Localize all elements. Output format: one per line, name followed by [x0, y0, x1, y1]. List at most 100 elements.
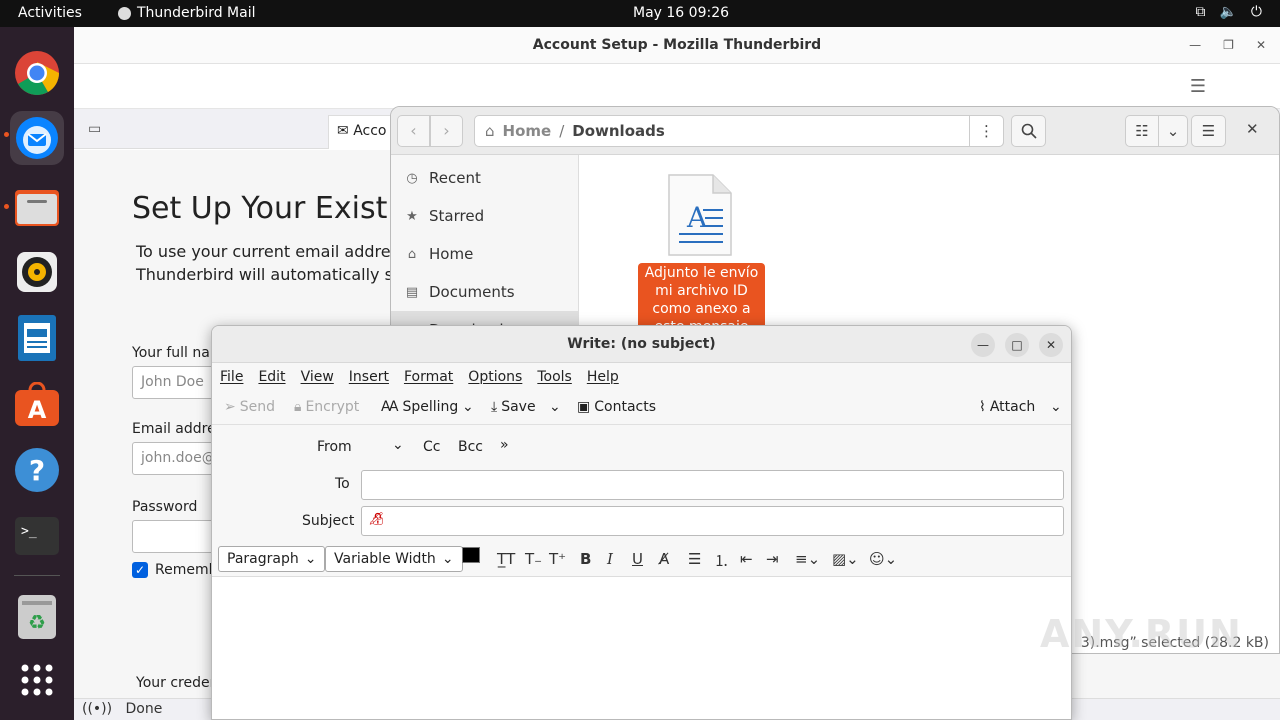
- sidebar-item-label: Documents: [429, 283, 515, 301]
- close-icon[interactable]: ✕: [1039, 333, 1063, 357]
- password-label: Password: [132, 499, 198, 515]
- save-button[interactable]: ⤓ Save: [491, 399, 536, 415]
- bcc-button[interactable]: Bcc: [458, 439, 483, 455]
- file-name-label[interactable]: Adjunto le envío mi archivo ID como anex…: [638, 263, 765, 329]
- send-button[interactable]: ➢ Send: [224, 399, 275, 415]
- smaller-text-icon[interactable]: T₋: [525, 550, 542, 568]
- more-fields-icon[interactable]: »: [500, 437, 509, 453]
- menu-file[interactable]: File: [220, 369, 243, 385]
- minimize-icon[interactable]: —: [1189, 27, 1201, 64]
- chevron-down-icon: ⌄: [1166, 122, 1180, 140]
- menu-insert[interactable]: Insert: [349, 369, 389, 385]
- message-body-editor[interactable]: [212, 577, 1071, 719]
- compose-titlebar[interactable]: Write: (no subject) — □ ✕: [212, 326, 1071, 363]
- text-color-button[interactable]: [462, 547, 480, 563]
- menu-help[interactable]: Help: [587, 369, 619, 385]
- files-headerbar[interactable]: ‹ › ⌂ Home / Downloads ⋮ ☷ ⌄ ☰ ✕: [391, 107, 1279, 155]
- view-options-button[interactable]: ⌄: [1158, 115, 1188, 147]
- menu-tools[interactable]: Tools: [537, 369, 572, 385]
- path-current[interactable]: Downloads: [572, 122, 665, 140]
- search-button[interactable]: [1011, 115, 1046, 147]
- paragraph-select[interactable]: Paragraph ⌄: [218, 546, 326, 572]
- chevron-left-icon: ‹: [410, 121, 417, 140]
- system-tray[interactable]: ⧉ 🔈 ⏻: [1195, 4, 1262, 20]
- outdent-icon[interactable]: ⇤: [740, 550, 753, 568]
- align-icon[interactable]: ≡⌄: [795, 550, 820, 568]
- checkbox-checked-icon: ✓: [132, 562, 148, 578]
- files-menu-button[interactable]: ☰: [1191, 115, 1226, 147]
- encrypt-label: Encrypt: [305, 399, 360, 415]
- path-menu-button[interactable]: ⋮: [969, 115, 1004, 147]
- menu-edit[interactable]: Edit: [258, 369, 285, 385]
- software-icon[interactable]: A: [10, 377, 64, 431]
- svg-text:A: A: [28, 396, 47, 424]
- bullet-list-icon[interactable]: ☰: [688, 550, 701, 568]
- contacts-button[interactable]: ▣ Contacts: [577, 399, 656, 415]
- close-icon[interactable]: ✕: [1246, 120, 1259, 138]
- menu-view[interactable]: View: [301, 369, 334, 385]
- apps-grid-icon[interactable]: [10, 653, 64, 707]
- remove-style-icon[interactable]: A̸: [659, 550, 669, 568]
- italic-icon[interactable]: I: [607, 550, 613, 568]
- remember-password-checkbox[interactable]: ✓ Rememb: [132, 562, 218, 578]
- path-home[interactable]: Home: [503, 122, 552, 140]
- help-icon[interactable]: ?: [10, 443, 64, 497]
- maximize-icon[interactable]: □: [1005, 333, 1029, 357]
- account-window-titlebar[interactable]: Account Setup - Mozilla Thunderbird — ❐ …: [74, 27, 1280, 64]
- clock[interactable]: May 16 09:26: [633, 5, 729, 21]
- app-menu[interactable]: Thunderbird Mail: [118, 5, 256, 21]
- terminal-icon[interactable]: >_: [10, 509, 64, 563]
- save-dropdown[interactable]: ⌄: [549, 399, 561, 415]
- sidebar-item-documents[interactable]: ▤ Documents: [391, 273, 578, 311]
- thunderbird-icon[interactable]: [10, 111, 64, 165]
- rhythmbox-icon[interactable]: [10, 245, 64, 299]
- spelling-button[interactable]: Ꜳ Spelling: [381, 399, 458, 415]
- spelling-dropdown[interactable]: ⌄: [462, 399, 474, 415]
- attach-button[interactable]: ⌇ Attach: [979, 399, 1035, 415]
- sidebar-item-home[interactable]: ⌂ Home: [391, 235, 578, 273]
- from-dropdown[interactable]: ⌄: [392, 437, 404, 453]
- encryption-off-icon: 🔏︎: [368, 512, 385, 527]
- subject-input[interactable]: 🔏︎: [361, 506, 1064, 536]
- trash-icon[interactable]: ♻: [10, 590, 64, 644]
- from-label: From: [317, 439, 352, 455]
- files-icon[interactable]: [10, 179, 64, 233]
- maximize-icon[interactable]: ❐: [1223, 27, 1234, 64]
- activities-button[interactable]: Activities: [18, 5, 82, 21]
- sidebar-item-label: Starred: [429, 207, 485, 225]
- credentials-text: Your creden: [136, 675, 219, 691]
- forward-button[interactable]: ›: [430, 115, 463, 147]
- minimize-icon[interactable]: —: [971, 333, 995, 357]
- writer-icon[interactable]: [10, 311, 64, 365]
- bold-icon[interactable]: B: [580, 550, 591, 568]
- cc-button[interactable]: Cc: [423, 439, 440, 455]
- app-menu-icon[interactable]: ☰: [1190, 76, 1206, 97]
- path-bar[interactable]: ⌂ Home / Downloads: [474, 115, 1004, 147]
- underline-icon[interactable]: U: [632, 550, 643, 568]
- sidebar-item-recent[interactable]: ◷ Recent: [391, 159, 578, 197]
- larger-text-icon[interactable]: T⁺: [549, 550, 566, 568]
- attach-dropdown[interactable]: ⌄: [1050, 399, 1062, 415]
- indent-icon[interactable]: ⇥: [766, 550, 779, 568]
- font-select[interactable]: Variable Width ⌄: [325, 546, 463, 572]
- emoji-icon[interactable]: ☺⌄: [869, 550, 897, 568]
- list-view-button[interactable]: ☷: [1125, 115, 1159, 147]
- encrypt-button[interactable]: 🔒︎ Encrypt: [294, 399, 359, 415]
- insert-image-icon[interactable]: ▨⌄: [832, 550, 859, 568]
- chrome-icon[interactable]: [10, 46, 64, 100]
- thunderbird-app-icon: [118, 6, 131, 20]
- back-button[interactable]: ‹: [397, 115, 430, 147]
- font-size-icon[interactable]: T̲T: [497, 550, 515, 568]
- menu-format[interactable]: Format: [404, 369, 453, 385]
- numbered-list-icon[interactable]: ⒈: [714, 550, 729, 571]
- mail-icon: ✉: [337, 123, 349, 139]
- close-icon[interactable]: ✕: [1256, 27, 1266, 64]
- menu-bar: File Edit View Insert Format Options Too…: [212, 363, 1071, 391]
- document-file-icon[interactable]: A: [667, 173, 733, 257]
- dock: A ? >_ ♻: [0, 27, 74, 720]
- sidebar-item-starred[interactable]: ★ Starred: [391, 197, 578, 235]
- folder-tab-icon[interactable]: ▭: [88, 121, 101, 137]
- menu-options[interactable]: Options: [468, 369, 522, 385]
- to-input[interactable]: [361, 470, 1064, 500]
- chevron-down-icon: ⌄: [441, 551, 454, 567]
